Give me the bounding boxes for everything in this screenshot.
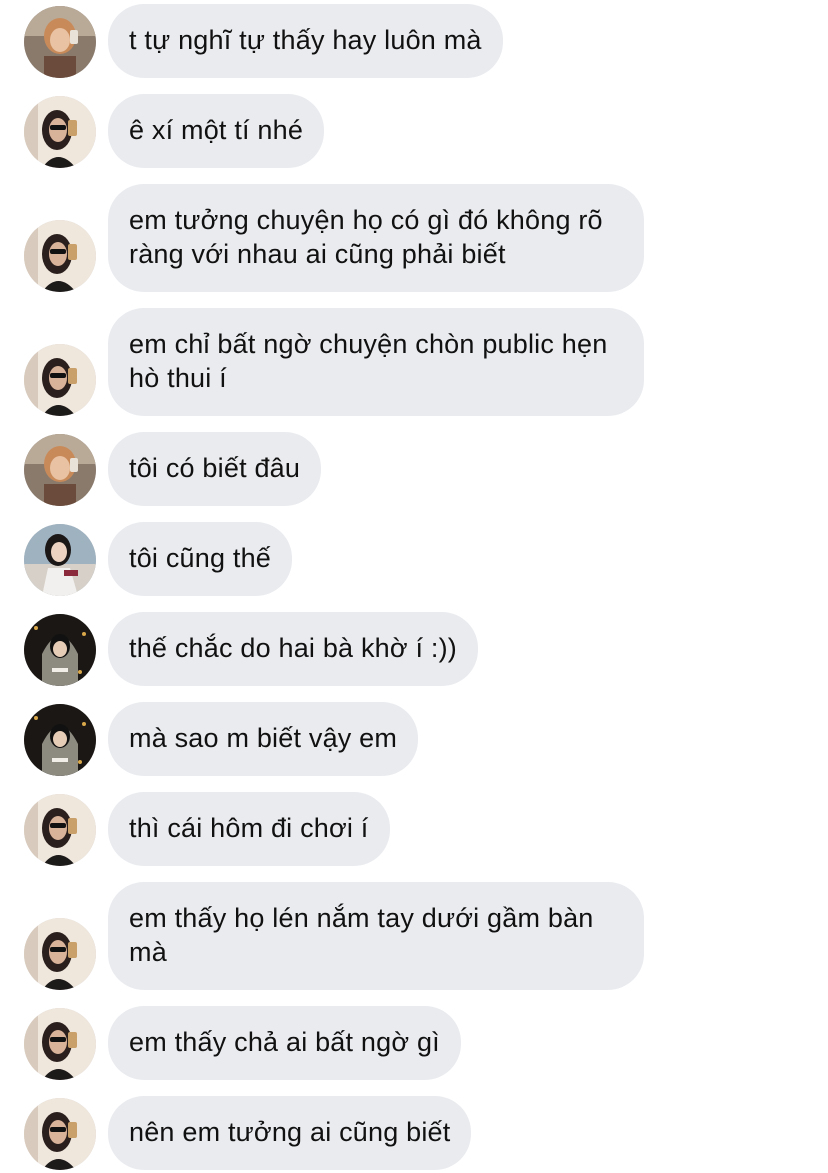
sunglasses-selfie-avatar[interactable] bbox=[24, 220, 96, 292]
hooded-girl-avatar[interactable] bbox=[24, 704, 96, 776]
message-bubble[interactable]: em chỉ bất ngờ chuyện chòn public hẹn hò… bbox=[108, 308, 644, 416]
message-bubble[interactable]: thì cái hôm đi chơi í bbox=[108, 792, 390, 866]
hooded-girl-avatar[interactable] bbox=[24, 614, 96, 686]
sunglasses-selfie-avatar[interactable] bbox=[24, 344, 96, 416]
sunglasses-selfie-avatar[interactable] bbox=[24, 96, 96, 168]
message-bubble[interactable]: em thấy họ lén nắm tay dưới gầm bàn mà bbox=[108, 882, 644, 990]
message-bubble[interactable]: nên em tưởng ai cũng biết bbox=[108, 1096, 472, 1170]
chat-thread: t tự nghĩ tự thấy hay luôn mà ê xí một t… bbox=[0, 0, 828, 1173]
message-bubble[interactable]: ê xí một tí nhé bbox=[108, 94, 325, 168]
warm-selfie-avatar[interactable] bbox=[24, 434, 96, 506]
message-bubble[interactable]: mà sao m biết vậy em bbox=[108, 702, 419, 776]
message-bubble[interactable]: tôi cũng thế bbox=[108, 522, 293, 596]
message-bubble[interactable]: t tự nghĩ tự thấy hay luôn mà bbox=[108, 4, 503, 78]
sunglasses-selfie-avatar[interactable] bbox=[24, 794, 96, 866]
message-bubble[interactable]: em thấy chả ai bất ngờ gì bbox=[108, 1006, 461, 1080]
sunglasses-selfie-avatar[interactable] bbox=[24, 1098, 96, 1170]
warm-selfie-avatar[interactable] bbox=[24, 6, 96, 78]
message-bubble[interactable]: thế chắc do hai bà khờ í :)) bbox=[108, 612, 478, 686]
seated-girl-avatar[interactable] bbox=[24, 524, 96, 596]
message-bubble[interactable]: em tưởng chuyện họ có gì đó không rõ ràn… bbox=[108, 184, 644, 292]
message-bubble[interactable]: tôi có biết đâu bbox=[108, 432, 322, 506]
sunglasses-selfie-avatar[interactable] bbox=[24, 918, 96, 990]
sunglasses-selfie-avatar[interactable] bbox=[24, 1008, 96, 1080]
